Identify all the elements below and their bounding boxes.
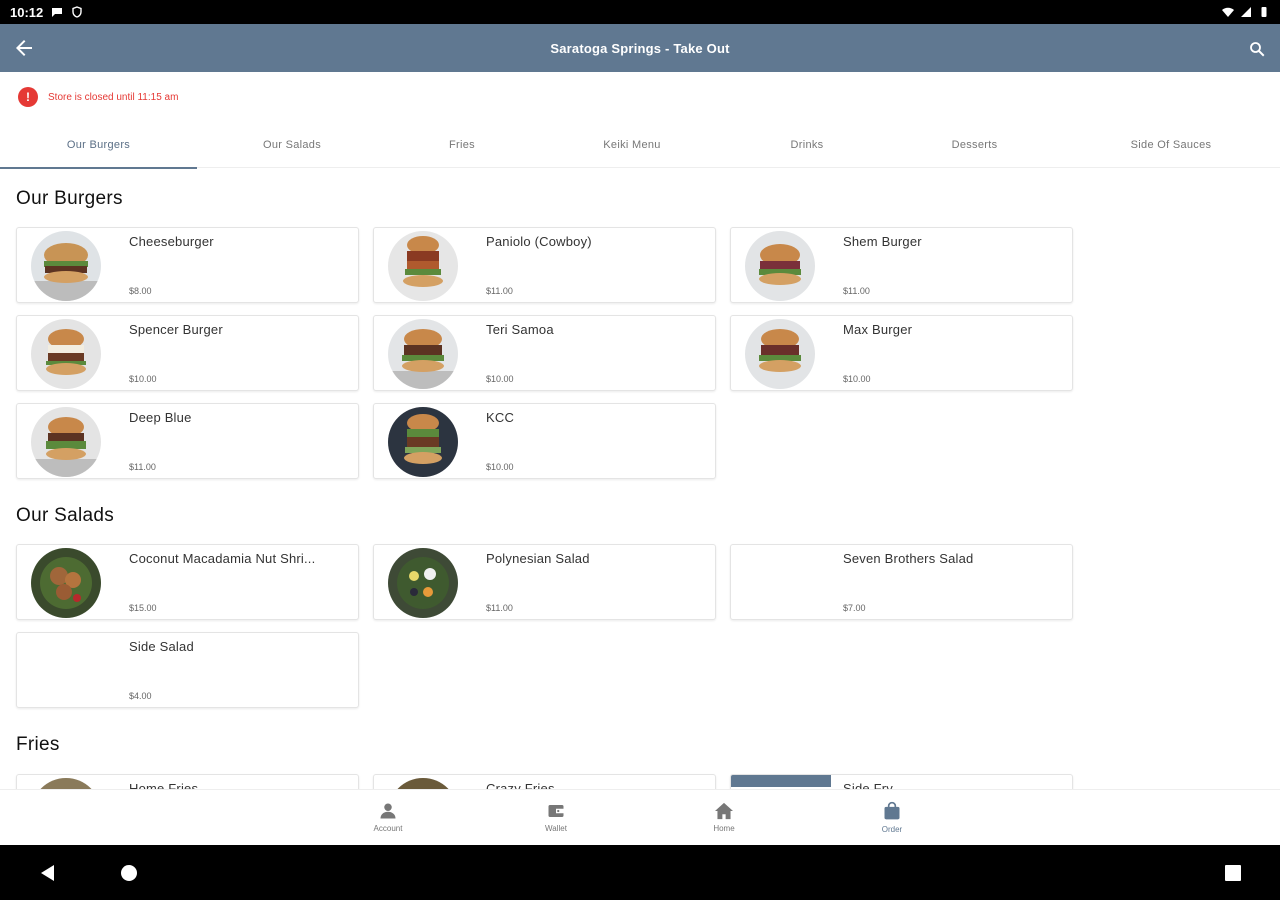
menu-item-card[interactable]: Shem Burger $11.00 <box>730 227 1073 303</box>
tab-keiki-menu[interactable]: Keiki Menu <box>537 122 727 168</box>
menu-item-card[interactable]: Polynesian Salad $11.00 <box>373 544 716 620</box>
system-navigation-bar <box>0 845 1280 900</box>
item-price: $11.00 <box>486 286 513 296</box>
item-name: Shem Burger <box>843 234 922 249</box>
recents-square-icon[interactable] <box>1224 864 1242 882</box>
home-icon <box>715 802 733 820</box>
item-name: Spencer Burger <box>129 322 223 337</box>
item-price: $11.00 <box>129 462 156 472</box>
burger-image <box>31 407 101 477</box>
nav-home[interactable]: Home <box>640 790 808 845</box>
salad-image <box>31 548 101 618</box>
menu-item-card[interactable]: Teri Samoa $10.00 <box>373 315 716 391</box>
nav-account[interactable]: Account <box>304 790 472 845</box>
nav-home-label: Home <box>713 824 735 833</box>
tab-our-burgers[interactable]: Our Burgers <box>0 122 197 169</box>
item-price: $8.00 <box>129 286 152 296</box>
signal-icon <box>1241 7 1251 17</box>
back-triangle-icon[interactable] <box>40 864 56 882</box>
burger-image <box>31 231 101 301</box>
shield-notification-icon <box>72 6 82 18</box>
person-icon <box>380 803 396 819</box>
wifi-icon <box>1222 7 1234 17</box>
menu-item-card[interactable]: Coconut Macadamia Nut Shri... $15.00 <box>16 544 359 620</box>
menu-item-card[interactable]: Side Fry <box>730 774 1073 789</box>
menu-item-card[interactable]: Paniolo (Cowboy) $11.00 <box>373 227 716 303</box>
item-price: $10.00 <box>486 462 514 472</box>
burger-image <box>745 319 815 389</box>
tab-desserts[interactable]: Desserts <box>887 122 1062 168</box>
salad-image <box>388 548 458 618</box>
burger-image <box>31 319 101 389</box>
item-name: KCC <box>486 410 515 425</box>
menu-item-card[interactable]: Max Burger $10.00 <box>730 315 1073 391</box>
item-price: $15.00 <box>129 603 157 613</box>
section-title-salads: Our Salads <box>16 505 115 526</box>
tab-fries[interactable]: Fries <box>387 122 537 168</box>
item-price: $11.00 <box>843 286 870 296</box>
item-name: Deep Blue <box>129 410 192 425</box>
tab-our-salads[interactable]: Our Salads <box>197 122 387 168</box>
back-arrow-icon[interactable] <box>12 36 36 60</box>
menu-item-card[interactable]: Cheeseburger $8.00 <box>16 227 359 303</box>
burger-image <box>388 231 458 301</box>
alert-icon: ! <box>18 87 38 107</box>
search-icon[interactable] <box>1248 40 1266 58</box>
bottom-navigation: Account Wallet Home Order <box>0 789 1280 845</box>
menu-item-card[interactable]: KCC $10.00 <box>373 403 716 479</box>
wallet-icon <box>548 805 564 817</box>
item-name: Coconut Macadamia Nut Shri... <box>129 551 316 566</box>
item-name: Polynesian Salad <box>486 551 590 566</box>
store-closed-text: Store is closed until 11:15 am <box>48 91 179 103</box>
item-name: Side Fry <box>843 781 894 789</box>
item-name: Home Fries <box>129 781 199 789</box>
item-name: Teri Samoa <box>486 322 554 337</box>
item-price: $11.00 <box>486 603 513 613</box>
nav-order[interactable]: Order <box>808 790 976 845</box>
item-price: $7.00 <box>843 603 866 613</box>
store-closed-notice: ! Store is closed until 11:15 am <box>18 87 178 107</box>
burger-image <box>745 231 815 301</box>
section-title-burgers: Our Burgers <box>16 188 123 209</box>
battery-icon <box>1261 7 1267 17</box>
chat-notification-icon <box>52 8 63 17</box>
category-tabs: Our Burgers Our Salads Fries Keiki Menu … <box>0 122 1280 169</box>
item-name: Paniolo (Cowboy) <box>486 234 592 249</box>
tab-side-of-sauces[interactable]: Side Of Sauces <box>1062 122 1280 168</box>
menu-item-card[interactable]: Spencer Burger $10.00 <box>16 315 359 391</box>
menu-item-card[interactable]: Crazy Fries <box>373 774 716 789</box>
burger-image <box>388 407 458 477</box>
item-name: Seven Brothers Salad <box>843 551 974 566</box>
item-price: $10.00 <box>843 374 871 384</box>
tab-drinks[interactable]: Drinks <box>727 122 887 168</box>
item-name: Side Salad <box>129 639 194 654</box>
burger-image <box>388 319 458 389</box>
item-name: Cheeseburger <box>129 234 214 249</box>
status-time: 10:12 <box>10 4 44 20</box>
fries-image <box>31 778 101 789</box>
app-bar: Saratoga Springs - Take Out <box>0 24 1280 72</box>
menu-item-card[interactable]: Side Salad $4.00 <box>16 632 359 708</box>
menu-item-card[interactable]: Home Fries <box>16 774 359 789</box>
fries-image <box>388 778 458 789</box>
nav-wallet[interactable]: Wallet <box>472 790 640 845</box>
item-name: Max Burger <box>843 322 913 337</box>
status-bar: 10:12 <box>0 0 1280 24</box>
home-circle-icon[interactable] <box>120 864 138 882</box>
page-title: Saratoga Springs - Take Out <box>550 40 730 56</box>
nav-order-label: Order <box>881 825 903 834</box>
menu-item-card[interactable]: Seven Brothers Salad $7.00 <box>730 544 1073 620</box>
section-title-fries: Fries <box>16 734 60 755</box>
menu-content[interactable]: Our Burgers Cheeseburger $8.00 Paniolo (… <box>0 169 1280 789</box>
item-price: $10.00 <box>486 374 514 384</box>
item-name: Crazy Fries <box>486 781 555 789</box>
item-price: $4.00 <box>129 691 152 701</box>
nav-wallet-label: Wallet <box>545 824 567 833</box>
nav-account-label: Account <box>373 824 403 833</box>
fries-image <box>731 775 831 787</box>
bag-icon <box>884 801 900 820</box>
item-price: $10.00 <box>129 374 157 384</box>
menu-item-card[interactable]: Deep Blue $11.00 <box>16 403 359 479</box>
